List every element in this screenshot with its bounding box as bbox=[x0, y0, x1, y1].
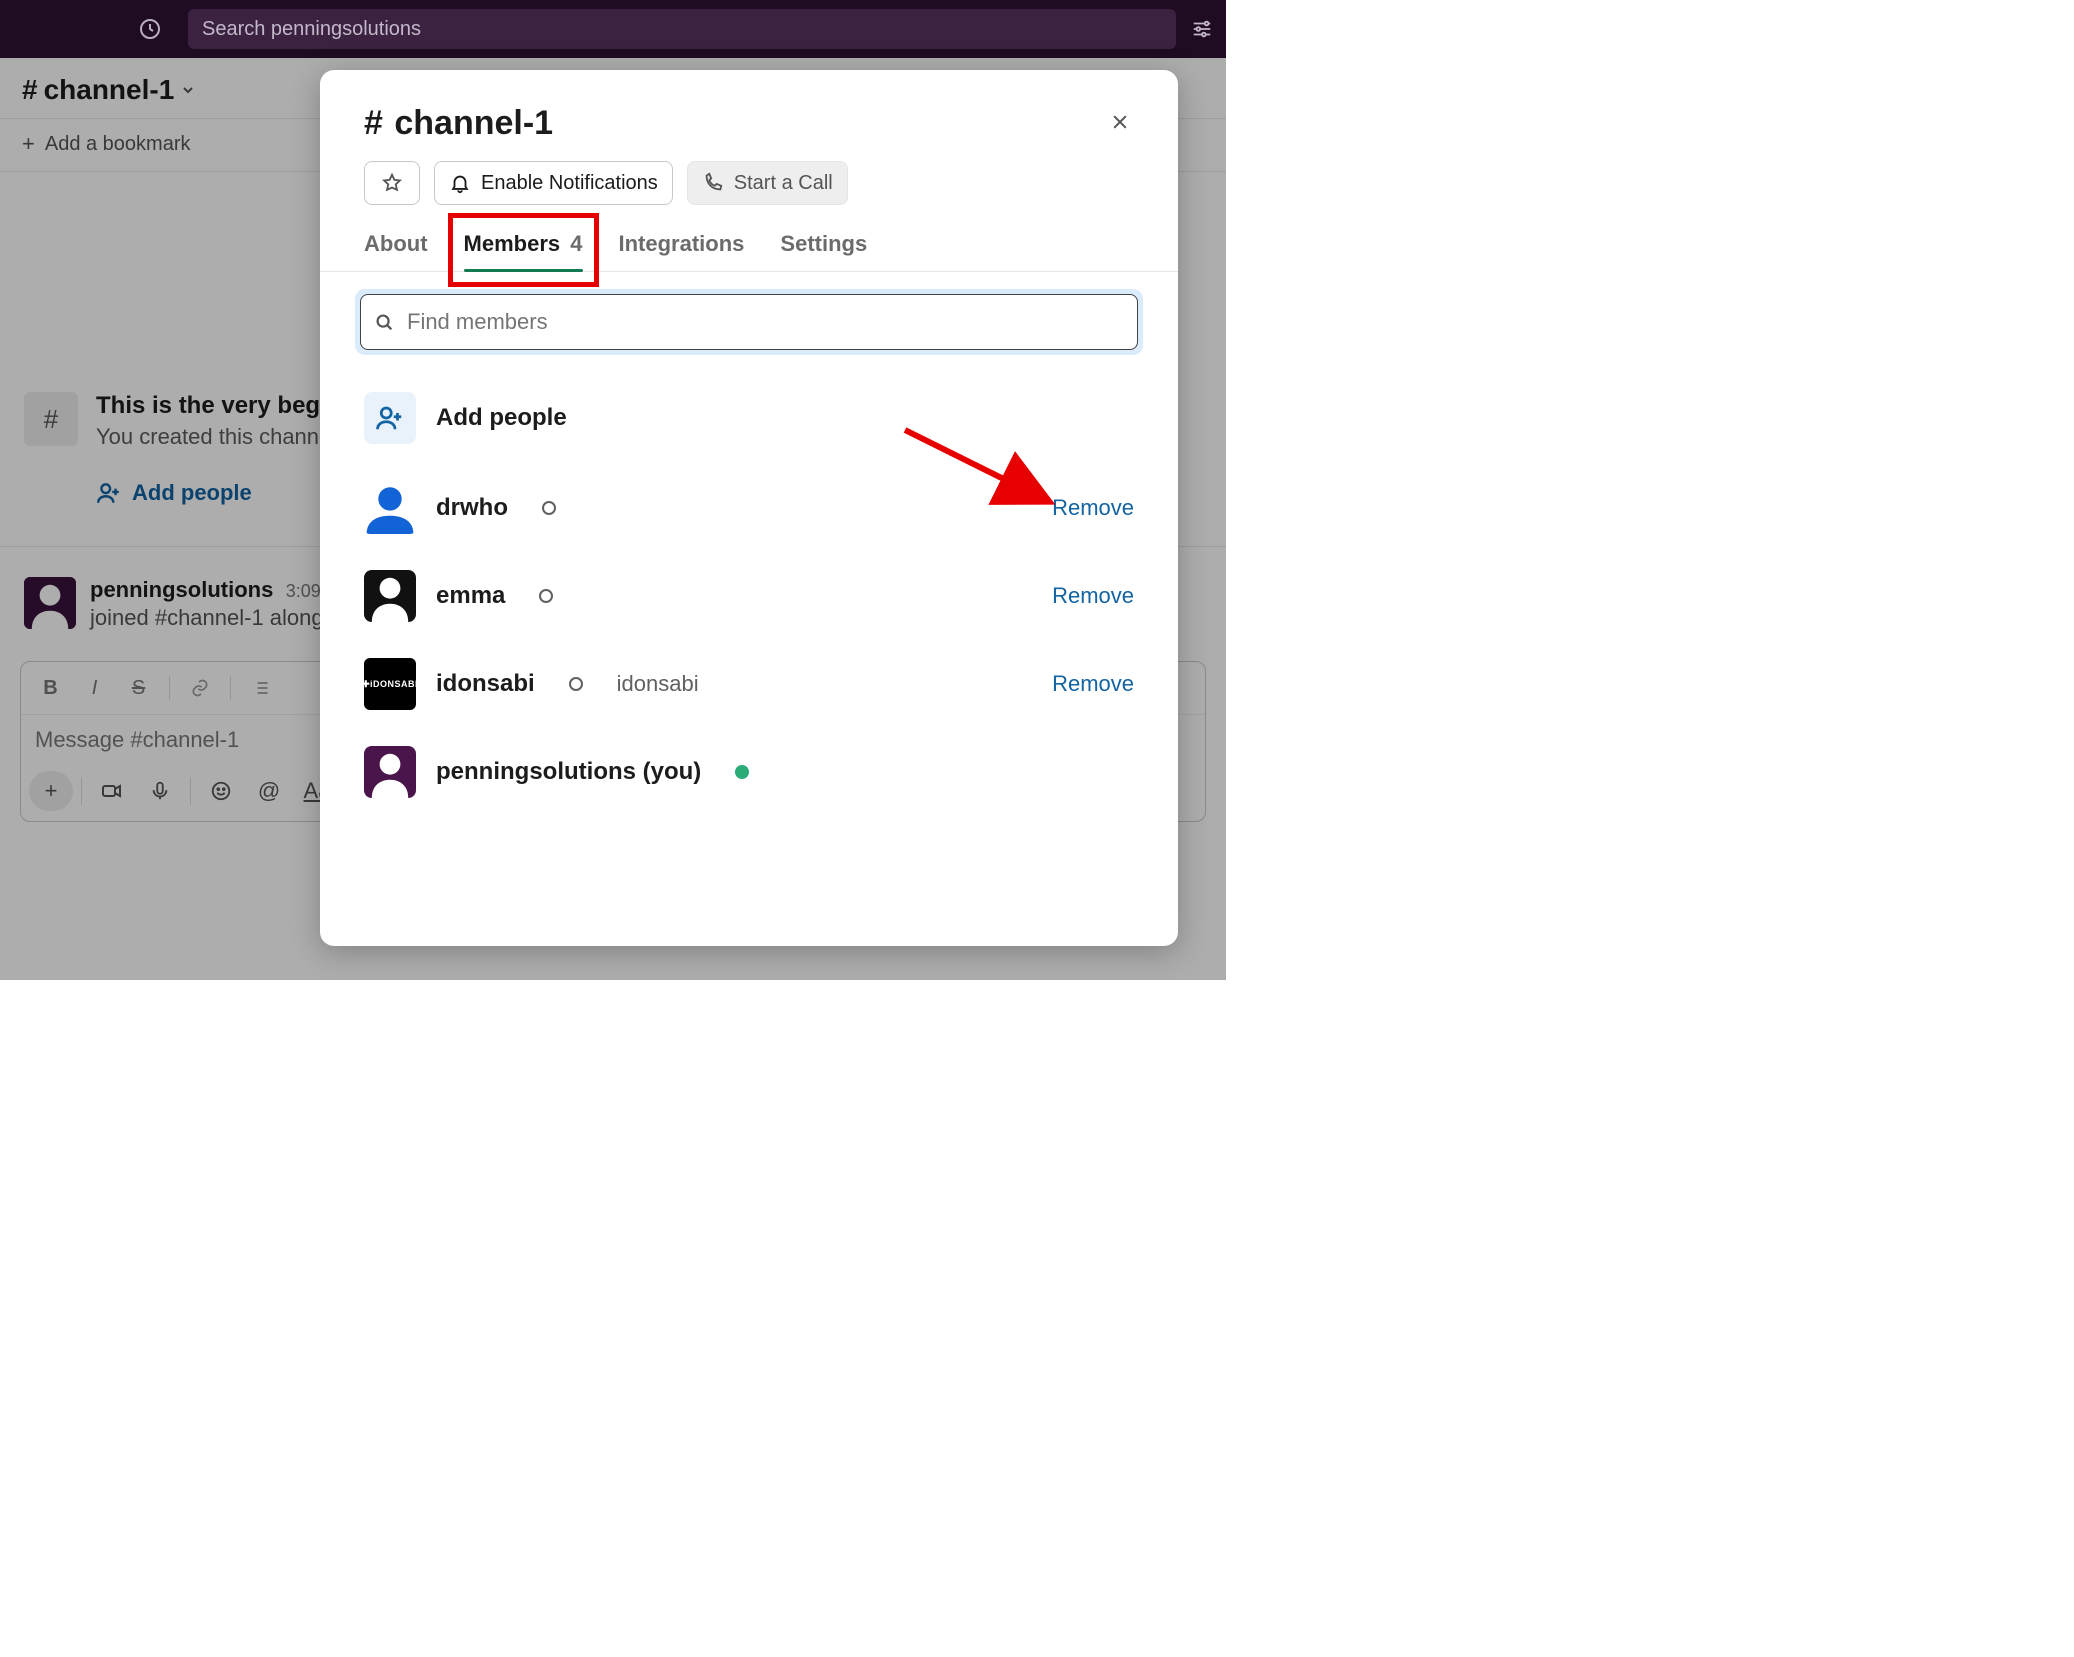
avatar bbox=[364, 482, 416, 534]
tab-members-count: 4 bbox=[570, 231, 582, 256]
avatar-text: ✚iDONSABI bbox=[364, 679, 416, 690]
add-person-icon-box bbox=[364, 392, 416, 444]
member-name: idonsabi bbox=[436, 670, 535, 698]
modal-header: # channel-1 bbox=[320, 70, 1178, 153]
member-row-emma[interactable]: emma Remove bbox=[360, 552, 1138, 640]
presence-active-icon bbox=[735, 765, 749, 779]
member-row-idonsabi[interactable]: ✚iDONSABI idonsabi idonsabi Remove bbox=[360, 640, 1138, 728]
global-search[interactable]: Search penningsolutions bbox=[188, 9, 1176, 49]
presence-away-icon bbox=[542, 501, 556, 515]
remove-member-link[interactable]: Remove bbox=[1052, 583, 1134, 609]
presence-away-icon bbox=[569, 677, 583, 691]
add-people-label: Add people bbox=[436, 404, 567, 432]
find-members-input-box bbox=[360, 294, 1138, 350]
enable-notifications-button[interactable]: Enable Notifications bbox=[434, 161, 673, 205]
member-row-drwho[interactable]: drwho Remove bbox=[360, 464, 1138, 552]
members-panel: Add people drwho Remove emma Remove bbox=[320, 272, 1178, 826]
clock-icon bbox=[138, 17, 162, 41]
search-icon bbox=[373, 311, 395, 333]
close-button[interactable] bbox=[1102, 104, 1138, 140]
sliders-icon bbox=[1191, 18, 1213, 40]
start-call-button[interactable]: Start a Call bbox=[687, 161, 848, 205]
avatar: ✚iDONSABI bbox=[364, 658, 416, 710]
member-name: drwho bbox=[436, 494, 508, 522]
hash-icon: # bbox=[364, 104, 383, 142]
remove-member-link[interactable]: Remove bbox=[1052, 495, 1134, 521]
tab-members[interactable]: Members 4 bbox=[464, 225, 583, 271]
start-call-label: Start a Call bbox=[734, 172, 833, 195]
top-bar: Search penningsolutions bbox=[0, 0, 1226, 58]
tab-about[interactable]: About bbox=[364, 225, 428, 271]
member-name: emma bbox=[436, 582, 505, 610]
bell-icon bbox=[449, 172, 471, 194]
star-button[interactable] bbox=[364, 161, 420, 205]
find-members-wrap bbox=[360, 294, 1138, 350]
member-name: penningsolutions (you) bbox=[436, 758, 701, 786]
global-search-placeholder: Search penningsolutions bbox=[202, 18, 421, 41]
member-row-penningsolutions[interactable]: penningsolutions (you) bbox=[360, 728, 1138, 816]
modal-tabs: About Members 4 Integrations Settings bbox=[320, 221, 1178, 272]
history-button[interactable] bbox=[130, 9, 170, 49]
add-people-button[interactable]: Add people bbox=[360, 350, 1138, 464]
presence-away-icon bbox=[539, 589, 553, 603]
modal-action-buttons: Enable Notifications Start a Call bbox=[320, 153, 1178, 221]
modal-title-text: channel-1 bbox=[394, 104, 553, 142]
search-filter-button[interactable] bbox=[1188, 18, 1216, 40]
app-root: Search penningsolutions # channel-1 + Ad… bbox=[0, 0, 1226, 980]
member-subname: idonsabi bbox=[617, 671, 699, 697]
tab-integrations[interactable]: Integrations bbox=[619, 225, 745, 271]
remove-member-link[interactable]: Remove bbox=[1052, 671, 1134, 697]
modal-title: # channel-1 bbox=[364, 104, 553, 143]
avatar bbox=[364, 746, 416, 798]
tab-members-label: Members bbox=[464, 231, 561, 256]
find-members-input[interactable] bbox=[407, 309, 1125, 335]
enable-notifications-label: Enable Notifications bbox=[481, 172, 658, 195]
channel-details-modal: # channel-1 Enable Notifications Start a… bbox=[320, 70, 1178, 946]
phone-icon bbox=[702, 172, 724, 194]
close-icon bbox=[1110, 112, 1130, 132]
add-person-icon bbox=[375, 403, 405, 433]
avatar bbox=[364, 570, 416, 622]
star-icon bbox=[381, 172, 403, 194]
tab-settings[interactable]: Settings bbox=[780, 225, 867, 271]
